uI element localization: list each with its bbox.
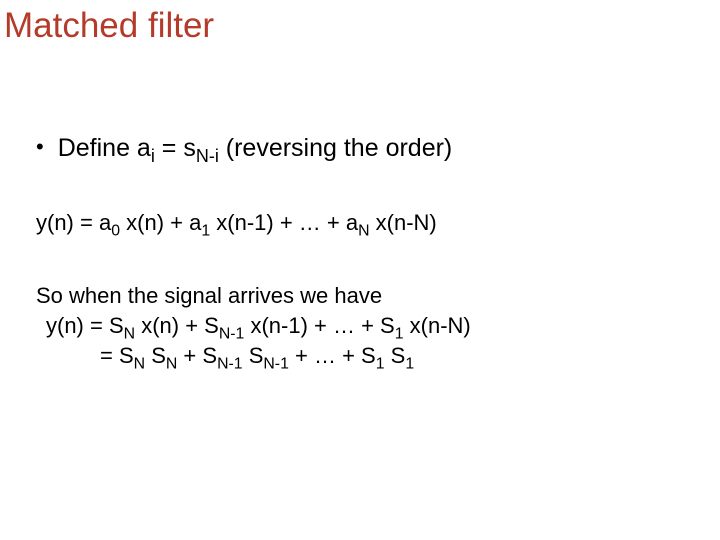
txt: S [243,343,264,368]
txt: + S [177,343,217,368]
sub-1: 1 [376,355,385,372]
para-line-1: So when the signal arrives we have [36,281,686,311]
txt: (reversing the order) [219,134,452,162]
txt: x(n-1) + … + S [244,313,394,338]
txt: y(n) = a [36,210,111,235]
equation-yn-a: y(n) = a0 x(n) + a1 x(n-1) + … + aN x(n-… [36,208,686,238]
sub-n-1: N-1 [219,326,245,343]
txt: y(n) = S [46,313,124,338]
sub-n: N [134,355,145,372]
sub-1: 1 [201,222,210,239]
txt: Define a [58,134,151,162]
sub-n: N [166,355,177,372]
txt: x(n) + S [135,313,219,338]
sub-0: 0 [111,222,120,239]
slide-title: Matched filter [4,6,214,46]
bullet-dot: • [36,136,44,158]
txt: = S [100,343,134,368]
sub-1: 1 [405,355,414,372]
txt: x(n-N) [404,313,471,338]
sub-n-1: N-1 [217,355,243,372]
paragraph-signal: So when the signal arrives we have y(n) … [36,281,686,370]
para-line-3: = SN SN + SN-1 SN-1 + … + S1 S1 [36,341,686,371]
sub-n: N [358,222,369,239]
slide: { "title": "Matched filter", "bullet": {… [0,0,720,540]
sub-n-i: N-i [196,146,219,166]
txt: x(n-N) [370,210,437,235]
sub-1: 1 [395,326,404,343]
txt: x(n) + a [120,210,201,235]
txt: S [145,343,166,368]
bullet-text: Define ai = sN-i (reversing the order) [58,132,453,166]
txt: + … + S [289,343,376,368]
txt: = s [155,134,196,162]
slide-body: • Define ai = sN-i (reversing the order)… [36,132,686,371]
para-line-2: y(n) = SN x(n) + SN-1 x(n-1) + … + S1 x(… [36,311,686,341]
sub-n-1: N-1 [263,355,289,372]
txt: S [385,343,406,368]
txt: x(n-1) + … + a [210,210,358,235]
bullet-define: • Define ai = sN-i (reversing the order) [36,132,686,166]
sub-n: N [124,326,135,343]
